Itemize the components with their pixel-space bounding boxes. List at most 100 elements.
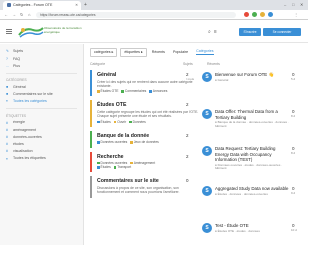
category-name[interactable]: Général bbox=[97, 72, 200, 79]
subcategory-list: Études Ouvrir Données bbox=[97, 120, 200, 124]
sidebar-section-heading[interactable]: ÉTIQUETTES bbox=[0, 112, 83, 119]
category-square-icon: ■ bbox=[6, 92, 9, 97]
topic-title[interactable]: Test - Étude OTE bbox=[215, 221, 289, 229]
hamburger-menu-icon[interactable] bbox=[6, 29, 12, 34]
subcategory-color-icon bbox=[129, 120, 132, 124]
extension-icon[interactable] bbox=[260, 12, 265, 17]
topic-meta: ● Études · données · données-ouvertes bbox=[215, 191, 268, 196]
sidebar-item-faq[interactable]: ? FAQ bbox=[0, 55, 83, 62]
tab-latest[interactable]: Récents bbox=[152, 50, 165, 54]
subcategory-link[interactable]: Transport bbox=[117, 165, 131, 169]
maximize-icon[interactable]: □ bbox=[292, 2, 294, 7]
subcategory-color-icon bbox=[121, 90, 124, 93]
column-header-topics: Sujets bbox=[183, 62, 193, 66]
category-row[interactable]: Banque de la donnée Données ouvertes Jeu… bbox=[90, 130, 200, 148]
address-bar: ← → ↻ ⌂ https://forum.reseau-ote.ca/cate… bbox=[0, 10, 308, 20]
topic-meta: ● Études OTE · études · données bbox=[215, 228, 260, 233]
category-row[interactable]: Recherche Données ouvertes Aménagement É… bbox=[90, 151, 200, 173]
topic-count: 0 bbox=[186, 178, 189, 184]
column-header-latest: Récents bbox=[207, 62, 220, 66]
signup-button[interactable]: S'inscrire bbox=[239, 28, 261, 36]
category-row[interactable]: Études OTE Cette catégorie regroupe les … bbox=[90, 100, 200, 127]
close-window-icon[interactable]: ✕ bbox=[300, 2, 303, 7]
subcategory-link[interactable]: Aménagement bbox=[134, 161, 155, 165]
latest-topic-item[interactable]: S Bienvenue sur Forum OTE 👋 ● Général 0 … bbox=[201, 70, 304, 107]
list-icon: ≡ bbox=[6, 99, 8, 104]
new-tab-icon[interactable]: + bbox=[84, 2, 87, 8]
category-row[interactable]: Commentaires sur le site Discussions à p… bbox=[90, 176, 200, 198]
sidebar-item-label: visualisation bbox=[13, 149, 33, 154]
sidebar-item-more[interactable]: … Plus bbox=[0, 62, 83, 69]
subcategory-link[interactable]: Jeux de données bbox=[134, 140, 159, 144]
tags-dropdown[interactable]: étiquettes ▸ bbox=[120, 47, 147, 57]
extension-icon[interactable] bbox=[268, 12, 273, 17]
sidebar-item-all-categories[interactable]: ≡ Toutes les catégories bbox=[0, 98, 83, 105]
subcategory-link[interactable]: Ouvrir bbox=[117, 120, 126, 124]
sidebar-item-topics[interactable]: ✎ Sujets bbox=[0, 48, 83, 55]
category-name[interactable]: Commentaires sur le site bbox=[97, 178, 200, 185]
avatar[interactable]: S bbox=[202, 72, 212, 82]
subcategory-link[interactable]: Commentaires bbox=[125, 89, 146, 93]
sidebar-item-tag[interactable]: # études bbox=[0, 141, 83, 148]
category-name[interactable]: Études OTE bbox=[97, 102, 200, 109]
sidebar-item-all-tags[interactable]: ≡ Toutes les étiquettes bbox=[0, 155, 83, 162]
subcategory-link[interactable]: Études bbox=[101, 165, 111, 169]
tab-top[interactable]: Populaire bbox=[173, 50, 188, 54]
subcategory-color-icon bbox=[97, 161, 100, 165]
sidebar-item-label: aménagement bbox=[13, 127, 36, 132]
site-logo[interactable] bbox=[17, 25, 45, 39]
topic-title[interactable]: Bienvenue sur Forum OTE 👋 bbox=[215, 70, 289, 78]
category-row[interactable]: Général Créer ici des sujets qui ne rent… bbox=[90, 70, 200, 97]
sidebar-item-general[interactable]: ■ Général bbox=[0, 84, 83, 91]
avatar[interactable]: S bbox=[202, 109, 212, 119]
back-icon[interactable]: ← bbox=[4, 12, 8, 17]
topic-title[interactable]: Data Offer: Thermal Data from a Tertiary… bbox=[215, 107, 289, 120]
menu-icon[interactable]: ≡ bbox=[214, 29, 220, 35]
latest-topic-item[interactable]: S Aggregated Study Data now available ● … bbox=[201, 184, 304, 221]
topic-count: 2 bbox=[186, 132, 189, 138]
url-field[interactable]: https://forum.reseau-ote.ca/categories bbox=[36, 12, 236, 18]
browser-menu-icon[interactable]: ⋮ bbox=[294, 12, 298, 17]
forward-icon[interactable]: → bbox=[12, 12, 16, 17]
category-name[interactable]: Banque de la donnée bbox=[97, 133, 200, 140]
subcategory-link[interactable]: Données ouvertes bbox=[101, 140, 128, 144]
latest-topic-item[interactable]: S Data Offer: Thermal Data from a Tertia… bbox=[201, 107, 304, 144]
latest-topics-list: S Bienvenue sur Forum OTE 👋 ● Général 0 … bbox=[201, 70, 304, 245]
tab-categories[interactable]: Catégories bbox=[196, 49, 214, 56]
category-description: Discussions à propos de ce site, son org… bbox=[97, 185, 180, 195]
sidebar-item-label: énergie bbox=[13, 120, 25, 125]
sidebar-item-tag[interactable]: # énergie bbox=[0, 119, 83, 126]
question-icon: ? bbox=[6, 56, 8, 61]
sidebar-item-site-feedback[interactable]: ■ Commentaires sur le site bbox=[0, 91, 83, 98]
home-icon[interactable]: ⌂ bbox=[28, 12, 30, 17]
avatar[interactable]: S bbox=[202, 146, 212, 156]
favicon-icon bbox=[7, 3, 11, 8]
subcategory-link[interactable]: Données bbox=[133, 120, 146, 124]
logo-text: Observatoire de la transition énergétiqu… bbox=[44, 26, 82, 34]
topic-count: 2 bbox=[186, 153, 189, 159]
latest-topic-item[interactable]: S Data Request: Tertiary Building Energy… bbox=[201, 144, 304, 184]
avatar[interactable]: S bbox=[202, 186, 212, 196]
browser-tab[interactable]: Catégories - Forum OTE ✕ bbox=[3, 1, 81, 10]
sidebar-item-tag[interactable]: # visualisation bbox=[0, 148, 83, 155]
extension-icon[interactable] bbox=[252, 12, 257, 17]
sidebar-item-tag[interactable]: # aménagement bbox=[0, 126, 83, 133]
tag-icon: # bbox=[6, 149, 8, 154]
sidebar-item-tag[interactable]: # données-ouvertes bbox=[0, 134, 83, 141]
subcategory-link[interactable]: Études bbox=[101, 120, 111, 124]
subcategory-link[interactable]: Études OTE bbox=[101, 89, 119, 93]
subcategory-link[interactable]: Annonces bbox=[153, 89, 168, 93]
minimize-icon[interactable]: – bbox=[284, 2, 286, 7]
close-tab-icon[interactable]: ✕ bbox=[75, 3, 78, 7]
extension-icon[interactable] bbox=[244, 12, 249, 17]
subcategory-list: Données ouvertes Aménagement Études Tran… bbox=[97, 161, 200, 169]
sidebar-section-heading[interactable]: CATÉGORIES bbox=[0, 77, 83, 84]
avatar[interactable]: S bbox=[202, 223, 212, 233]
topic-title[interactable]: Data Request: Tertiary Building Energy D… bbox=[215, 144, 289, 163]
reload-icon[interactable]: ↻ bbox=[20, 12, 23, 17]
categories-dropdown[interactable]: catégories ▸ bbox=[90, 47, 118, 57]
category-name[interactable]: Recherche bbox=[97, 154, 200, 161]
login-button[interactable]: Se connecter bbox=[263, 28, 301, 36]
topic-title[interactable]: Aggregated Study Data now available bbox=[215, 184, 289, 192]
latest-topic-item[interactable]: S Test - Étude OTE ● Études OTE · études… bbox=[201, 221, 304, 258]
